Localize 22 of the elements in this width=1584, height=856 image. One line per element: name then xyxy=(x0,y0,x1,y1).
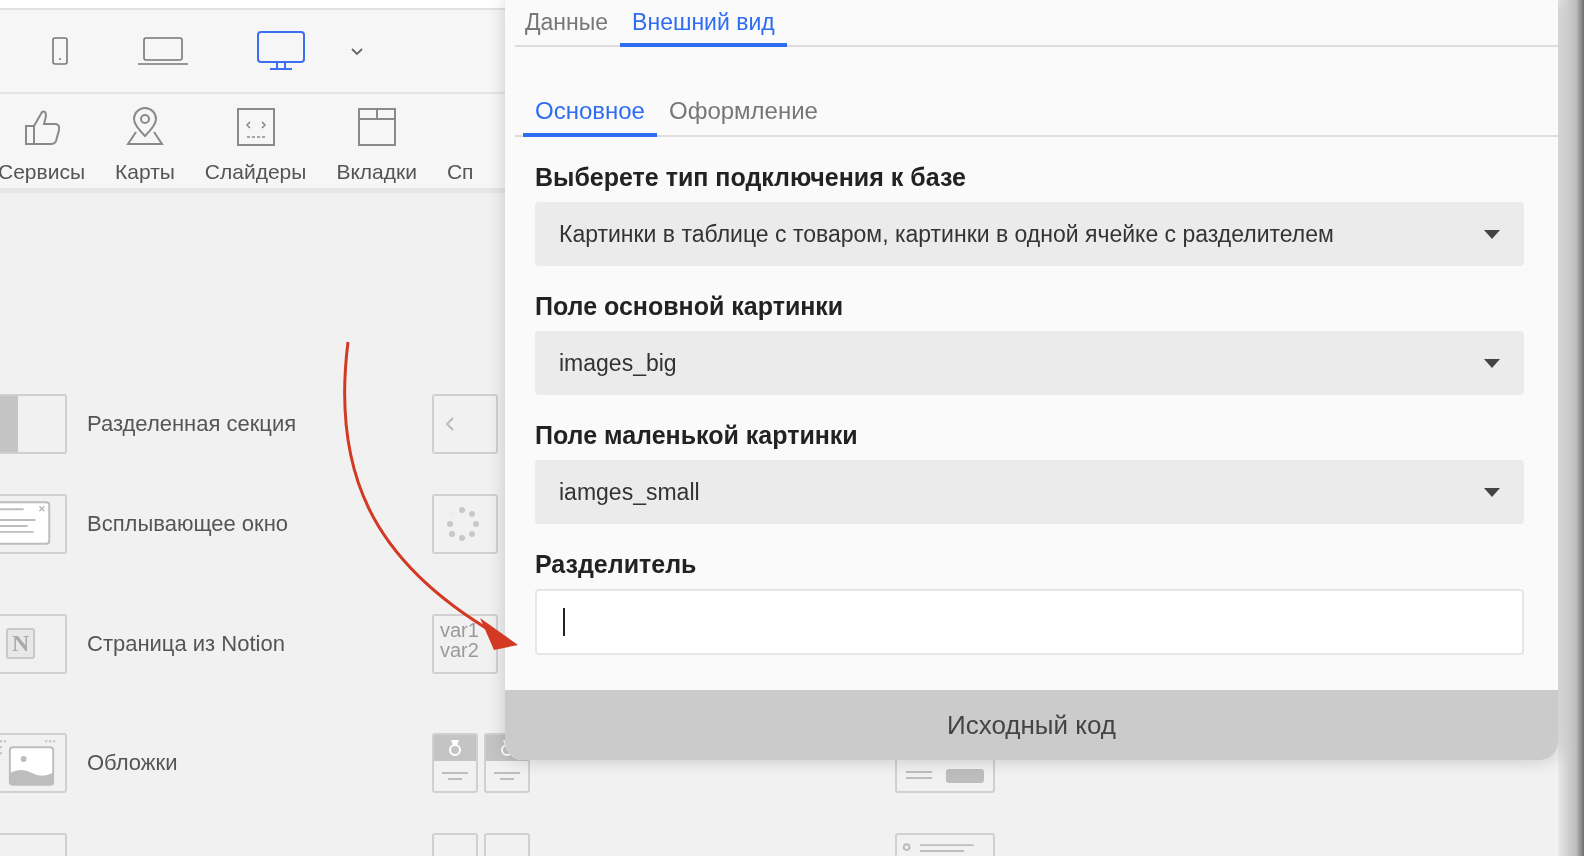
field-label: Поле основной картинки xyxy=(535,292,845,321)
category-button[interactable]: Карты xyxy=(115,94,175,188)
field-label: Выберете тип подключения к базе xyxy=(535,163,967,192)
tab[interactable]: Оформление xyxy=(656,89,830,137)
tab[interactable]: Основное xyxy=(523,89,657,137)
category-button[interactable]: Вкладки xyxy=(336,94,417,188)
dropdown-field[interactable]: images_big xyxy=(535,331,1524,395)
category-button[interactable]: Слайдеры xyxy=(204,94,307,188)
dropdown-field[interactable]: Картинки в таблице с товаром, картинки в одной ячейке с разделителем xyxy=(535,202,1524,266)
category-button[interactable]: Сп xyxy=(446,94,474,188)
block-label: Всплывающее окно xyxy=(87,511,289,537)
tab[interactable]: Данные xyxy=(523,0,621,47)
field-label: Разделитель xyxy=(535,550,698,579)
dropdown-field[interactable]: iamges_small xyxy=(535,460,1524,524)
source-code-button[interactable]: Исходный код xyxy=(505,690,1558,760)
block-label: Обложки xyxy=(87,750,178,776)
code-snippet: var1 var2 xyxy=(439,617,479,660)
block-label: Разделенная секция xyxy=(87,411,297,437)
tab[interactable]: Внешний вид xyxy=(620,0,787,47)
field-label: Поле маленькой картинки xyxy=(535,421,859,450)
notion-logo: N xyxy=(6,628,36,659)
block-label: Страница из Notion xyxy=(87,630,285,657)
